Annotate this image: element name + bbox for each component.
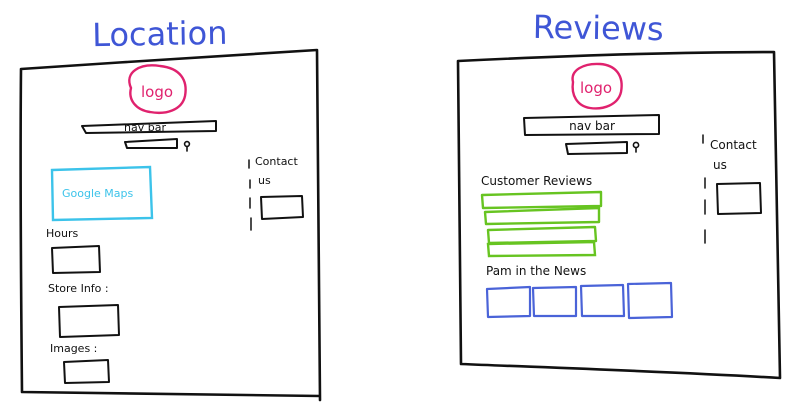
location-contact-label-2: us: [258, 174, 271, 187]
location-magnifier-icon[interactable]: [183, 140, 191, 152]
reviews-pam-news-label: Pam in the News: [486, 264, 586, 278]
customer-review-bar[interactable]: [486, 240, 597, 258]
customer-review-bar[interactable]: [486, 225, 598, 245]
location-store-info-label: Store Info :: [48, 282, 109, 295]
reviews-contact-label-1: Contact: [710, 138, 757, 152]
wireframe-sketches: Location logo nav bar Contact us Google …: [19, 8, 782, 402]
location-nav-bar-label: nav bar: [124, 121, 166, 134]
location-hours-label: Hours: [46, 227, 78, 240]
reviews-contact-divider: [702, 134, 706, 244]
news-item-box[interactable]: [626, 281, 674, 320]
location-google-maps-label: Google Maps: [62, 187, 134, 200]
reviews-news-list: [485, 281, 674, 320]
location-contact-label-1: Contact: [255, 155, 298, 168]
reviews-contact-label-2: us: [713, 158, 727, 172]
news-item-box[interactable]: [579, 283, 626, 318]
customer-review-bar[interactable]: [480, 190, 603, 210]
location-store-info-box: [58, 304, 120, 338]
news-item-box[interactable]: [485, 285, 532, 319]
customer-review-bar[interactable]: [483, 206, 601, 226]
location-images-box: [63, 359, 110, 384]
reviews-customer-reviews-label: Customer Reviews: [481, 174, 592, 188]
location-contact-box[interactable]: [260, 195, 304, 220]
reviews-customer-review-list: [480, 190, 603, 258]
reviews-nav-bar-label: nav bar: [569, 119, 615, 133]
reviews-contact-box[interactable]: [716, 182, 762, 215]
location-images-label: Images :: [50, 342, 97, 355]
location-search-input[interactable]: [124, 138, 178, 149]
reviews-title: Reviews: [532, 8, 663, 48]
reviews-search-input[interactable]: [565, 141, 628, 155]
location-title: Location: [92, 14, 228, 54]
location-logo-text: logo: [141, 83, 173, 101]
news-item-box[interactable]: [531, 285, 578, 318]
reviews-page-frame: [456, 50, 782, 380]
reviews-magnifier-icon[interactable]: [632, 141, 640, 153]
reviews-logo-text: logo: [580, 79, 612, 97]
location-contact-divider: [248, 159, 252, 231]
location-hours-box: [51, 245, 101, 274]
